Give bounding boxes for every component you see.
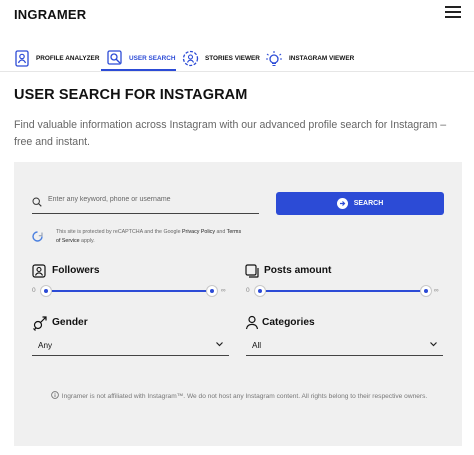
tab-user-search[interactable]: USER SEARCH	[107, 45, 176, 71]
tabs-divider	[0, 71, 474, 72]
info-icon	[50, 391, 59, 399]
posts-max: ∞	[434, 287, 439, 294]
tab-label: USER SEARCH	[129, 54, 176, 62]
terms-link-part1[interactable]: Terms	[227, 229, 241, 235]
stories-viewer-icon	[182, 50, 199, 66]
tab-instagram-viewer[interactable]: INSTAGRAM VIEWER	[265, 45, 354, 71]
active-tab-indicator	[101, 69, 176, 71]
search-icon	[32, 197, 42, 207]
chevron-down-icon	[430, 342, 437, 347]
tab-label: PROFILE ANALYZER	[36, 54, 100, 62]
tool-tabs: PROFILE ANALYZER USER SEARCH STORIES VIE…	[0, 45, 474, 71]
search-button-label: SEARCH	[353, 200, 384, 207]
search-field[interactable]	[32, 193, 259, 214]
gender-select[interactable]: Any	[32, 338, 229, 356]
recaptcha-icon	[32, 231, 43, 242]
recaptcha-notice: This site is protected by reCAPTCHA and …	[56, 228, 276, 246]
posts-slider-max-handle[interactable]	[421, 286, 431, 296]
menu-icon[interactable]	[445, 6, 461, 18]
followers-icon	[32, 264, 46, 278]
categories-label: Categories	[262, 317, 315, 328]
recaptcha-suffix: apply.	[79, 238, 95, 244]
terms-link-part2[interactable]: of Service	[56, 238, 80, 244]
categories-select-value: All	[252, 341, 262, 350]
followers-slider-track[interactable]	[46, 290, 212, 292]
page-title: USER SEARCH FOR INSTAGRAM	[14, 87, 248, 103]
posts-min: 0	[246, 287, 250, 294]
followers-min: 0	[32, 287, 36, 294]
followers-slider-min-handle[interactable]	[41, 286, 51, 296]
gender-select-value: Any	[38, 341, 53, 350]
chevron-down-icon	[216, 342, 223, 347]
search-button[interactable]: SEARCH	[276, 192, 444, 215]
tab-label: STORIES VIEWER	[205, 54, 260, 62]
categories-icon	[245, 315, 259, 330]
disclaimer: Ingramer is not affiliated with Instagra…	[32, 390, 446, 403]
tab-label: INSTAGRAM VIEWER	[289, 54, 355, 62]
disclaimer-text: Ingramer is not affiliated with Instagra…	[61, 393, 428, 400]
categories-select[interactable]: All	[246, 338, 443, 356]
gender-label: Gender	[52, 317, 88, 328]
privacy-policy-link[interactable]: Privacy Policy	[182, 229, 215, 235]
followers-slider-max-handle[interactable]	[207, 286, 217, 296]
posts-label: Posts amount	[264, 265, 332, 276]
user-search-icon	[107, 50, 122, 65]
posts-icon	[245, 264, 259, 278]
arrow-right-circle-icon	[336, 198, 348, 209]
posts-slider-track[interactable]	[260, 290, 426, 292]
recaptcha-and: and	[214, 229, 227, 235]
followers-max: ∞	[221, 287, 226, 294]
gender-icon	[33, 316, 47, 331]
logo[interactable]: INGRAMER	[14, 7, 86, 22]
profile-analyzer-icon	[15, 49, 29, 67]
recaptcha-text: This site is protected by reCAPTCHA and …	[56, 229, 183, 235]
followers-label: Followers	[52, 265, 100, 276]
posts-slider-min-handle[interactable]	[255, 286, 265, 296]
search-input[interactable]	[48, 196, 253, 203]
tab-profile-analyzer[interactable]: PROFILE ANALYZER	[14, 45, 99, 71]
page-subtitle: Find valuable information across Instagr…	[14, 119, 447, 148]
instagram-viewer-icon	[266, 50, 282, 66]
tab-stories-viewer[interactable]: STORIES VIEWER	[182, 45, 260, 71]
